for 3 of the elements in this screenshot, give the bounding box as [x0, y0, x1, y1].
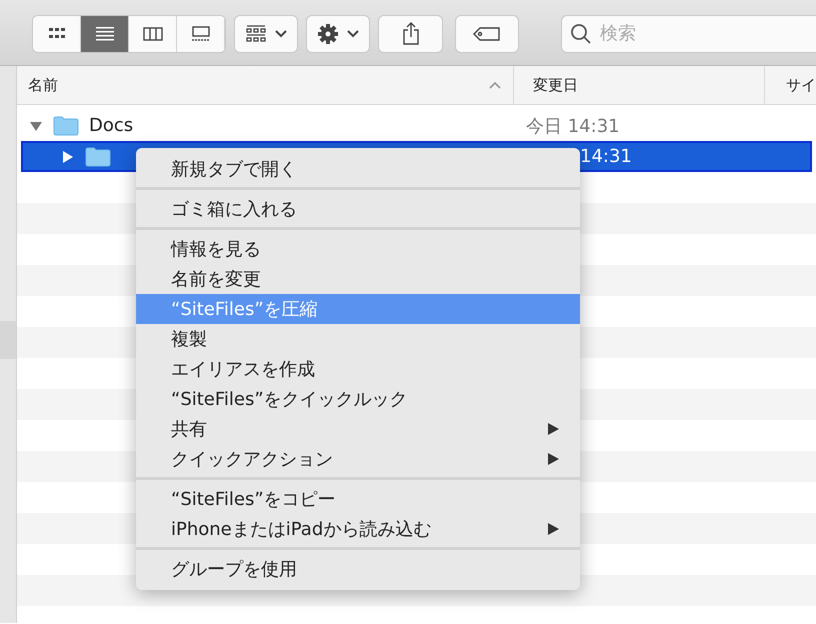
file-name: Docs [89, 115, 134, 136]
modified-date: 今日 14:31 [525, 114, 620, 138]
modified-date: 14:31 [579, 146, 632, 167]
